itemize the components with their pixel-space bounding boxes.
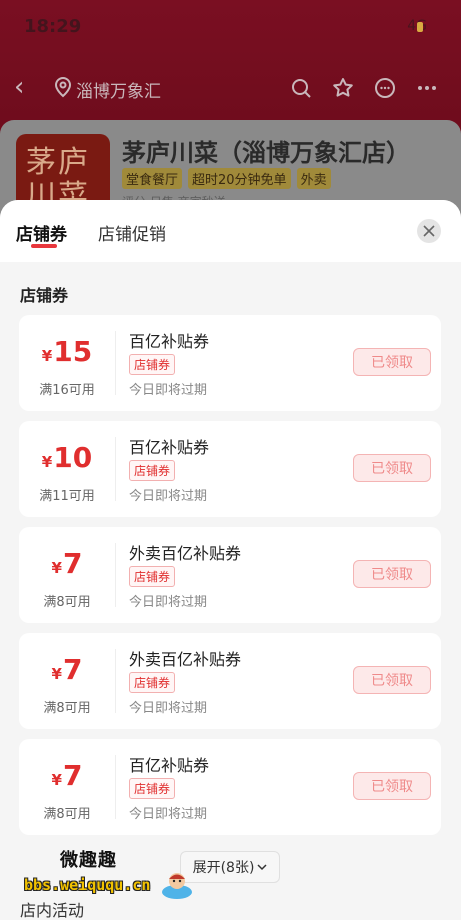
mascot-icon (162, 873, 192, 899)
amount-value: 7 (62, 547, 83, 580)
coupon-title: 外卖百亿补贴券 (129, 544, 242, 563)
amount-value: 10 (53, 441, 93, 474)
close-button[interactable] (417, 219, 441, 243)
currency-symbol: ¥ (51, 559, 62, 577)
status-bar: 18:29 4G (0, 0, 461, 52)
coupon-expiry: 今日即将过期 (129, 595, 208, 610)
amount-value: 7 (62, 653, 83, 686)
coupon-divider (115, 331, 116, 395)
nav-actions (287, 74, 441, 102)
coupon-badge: 店铺券 (129, 672, 176, 693)
coupon-badge: 店铺券 (129, 566, 176, 587)
coupon-amount: ¥15 (19, 335, 115, 368)
coupon-divider (115, 649, 116, 713)
coupon-expiry: 今日即将过期 (129, 489, 208, 504)
coupon-title: 百亿补贴券 (129, 332, 210, 351)
coupon-amount: ¥7 (19, 547, 115, 580)
coupon-condition: 满11可用 (39, 489, 95, 504)
section-title: 店铺券 (20, 286, 69, 305)
close-icon (423, 225, 435, 237)
coupon-expiry: 今日即将过期 (129, 701, 208, 716)
coupon-amount: ¥7 (19, 653, 115, 686)
coupon-expiry: 今日即将过期 (129, 807, 208, 822)
coupon-condition: 满8可用 (43, 807, 91, 822)
claimed-button[interactable]: 已领取 (353, 348, 431, 376)
coupon-divider (115, 543, 116, 607)
sheet-header: 店铺券 店铺促销 (0, 200, 461, 262)
coupon-expiry: 今日即将过期 (129, 383, 208, 398)
currency-symbol: ¥ (41, 453, 53, 471)
amount-value: 7 (62, 759, 83, 792)
currency-symbol: ¥ (51, 665, 62, 683)
coupon-divider (115, 437, 116, 501)
favorite-star-icon[interactable] (329, 74, 357, 102)
coupon-card: ¥15 满16可用 百亿补贴券 店铺券 今日即将过期 已领取 (19, 315, 441, 411)
shop-name: 茅庐川菜（淄博万象汇店） (122, 139, 410, 167)
watermark-url: bbs.weiququ.cn (24, 876, 151, 894)
coupon-title: 百亿补贴券 (129, 756, 210, 775)
location-pin-icon (52, 76, 74, 98)
shop-tags: 堂食餐厅 超时20分钟免单 外卖 (122, 168, 331, 189)
coupon-card: ¥7 满8可用 百亿补贴券 店铺券 今日即将过期 已领取 (19, 739, 441, 835)
tab-shop-coupons[interactable]: 店铺券 (16, 220, 67, 245)
currency-symbol: ¥ (51, 771, 62, 789)
shop-tag: 堂食餐厅 (122, 168, 183, 189)
coupon-condition: 满16可用 (39, 383, 95, 398)
status-time: 18:29 (24, 16, 82, 37)
amount-value: 15 (53, 335, 93, 368)
claimed-button[interactable]: 已领取 (353, 772, 431, 800)
coupon-amount: ¥10 (19, 441, 115, 474)
coupon-sheet: 店铺券 店铺促销 店铺券 ¥15 满16可用 百亿补贴券 店铺券 今日即将过期 … (0, 200, 461, 920)
back-icon[interactable]: ‹ (14, 74, 42, 102)
chat-icon[interactable] (371, 74, 399, 102)
claimed-button[interactable]: 已领取 (353, 666, 431, 694)
watermark: 微趣趣 bbs.weiququ.cn (4, 842, 206, 914)
coupon-badge: 店铺券 (129, 778, 176, 799)
active-tab-indicator (31, 244, 57, 248)
coupon-condition: 满8可用 (43, 595, 91, 610)
coupon-badge: 店铺券 (129, 460, 176, 481)
coupon-condition: 满8可用 (43, 701, 91, 716)
nav-bar: ‹ 淄博万象汇 (0, 64, 461, 112)
shop-tag: 超时20分钟免单 (188, 168, 291, 189)
coupon-divider (115, 755, 116, 819)
coupon-card: ¥7 满8可用 外卖百亿补贴券 店铺券 今日即将过期 已领取 (19, 633, 441, 729)
currency-symbol: ¥ (41, 347, 53, 365)
search-icon[interactable] (287, 74, 315, 102)
watermark-title: 微趣趣 (60, 850, 117, 871)
chevron-down-icon (257, 864, 267, 871)
claimed-button[interactable]: 已领取 (353, 560, 431, 588)
coupon-amount: ¥7 (19, 759, 115, 792)
coupon-title: 外卖百亿补贴券 (129, 650, 242, 669)
coupon-card: ¥7 满8可用 外卖百亿补贴券 店铺券 今日即将过期 已领取 (19, 527, 441, 623)
coupon-card: ¥10 满11可用 百亿补贴券 店铺券 今日即将过期 已领取 (19, 421, 441, 517)
claimed-button[interactable]: 已领取 (353, 454, 431, 482)
location-title[interactable]: 淄博万象汇 (76, 77, 161, 102)
battery-icon (417, 22, 423, 32)
tab-shop-promotions[interactable]: 店铺促销 (98, 220, 166, 245)
shop-tag: 外卖 (296, 168, 331, 189)
coupon-badge: 店铺券 (129, 354, 176, 375)
more-icon[interactable] (413, 74, 441, 102)
coupon-title: 百亿补贴券 (129, 438, 210, 457)
